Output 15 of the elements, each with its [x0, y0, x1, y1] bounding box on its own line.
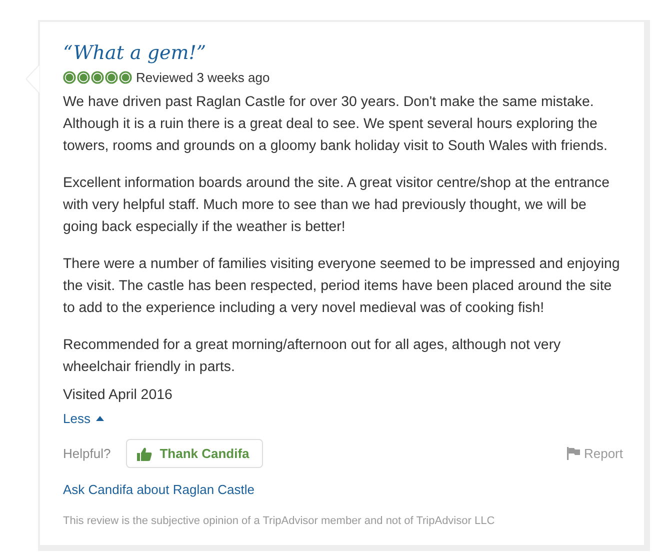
review-date: Reviewed 3 weeks ago: [136, 70, 270, 85]
review-paragraph: Recommended for a great morning/afternoon out for all ages, although not very wheelchair friendly in parts.: [63, 336, 562, 377]
visit-date: Visited April 2016: [63, 387, 174, 403]
flag-icon: [566, 447, 580, 460]
review-title: “What a gem!”: [63, 42, 208, 64]
caret-up-icon: [96, 416, 104, 421]
less-link[interactable]: Less: [63, 411, 104, 426]
ask-link[interactable]: Ask Candifa about Raglan Castle: [63, 482, 255, 497]
disclaimer-text: This review is the subjective opinion of a TripAdvisor member and not of TripAdvisor LLC: [63, 515, 496, 527]
helpful-label: Helpful?: [63, 446, 111, 461]
thumbs-up-icon: [136, 446, 152, 460]
review-paragraph: We have driven past Raglan Castle for over 30 years. Don't make the same mistake. Although it is a ruin there is a great deal to see. We spent several hours exploring the towers, rooms and grounds on a gloomy bank holiday visit to South Wales with friends.: [63, 93, 608, 156]
thank-button[interactable]: Thank Candifa: [126, 439, 264, 468]
review-paragraph: There were a number of families visiting everyone seemed to be impressed and enjoying the visit. The castle has been respected, period items have been placed around the site to add to the experience including a very novel medieval was of cooking fish!: [63, 255, 621, 318]
review-paragraph: Excellent information boards around the site. A great visitor centre/shop at the entrance with very helpful staff. Much more to see than we had previously thought, we will be going back especially if the weather is better!: [63, 174, 611, 237]
